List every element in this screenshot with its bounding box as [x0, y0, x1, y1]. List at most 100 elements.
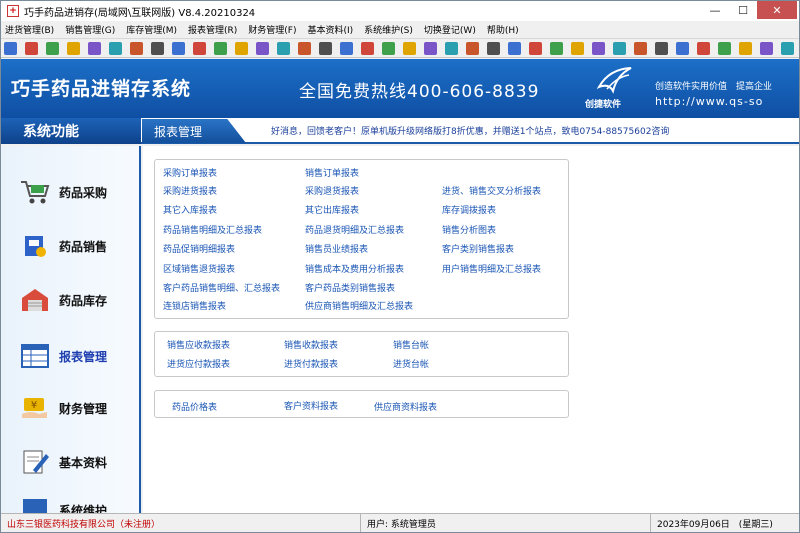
sidebar-item-sales[interactable]: 药品销售 [19, 232, 107, 260]
toolbar-icon-26[interactable] [529, 41, 542, 55]
toolbar-icon-22[interactable] [445, 41, 458, 55]
sidebar-item-system[interactable]: 系统维护 [19, 496, 107, 513]
report-link[interactable]: 客户类别销售报表 [442, 242, 514, 255]
toolbar-icon-35[interactable] [718, 41, 731, 55]
toolbar-icon-32[interactable] [655, 41, 668, 55]
content-area: 采购订单报表 销售订单报表 采购进货报表 采购退货报表 进货、销售交叉分析报表 … [143, 146, 799, 513]
sidebar-item-label: 基本资料 [59, 455, 108, 470]
report-link[interactable]: 进货、销售交叉分析报表 [442, 184, 541, 197]
toolbar-icon-15[interactable] [298, 41, 311, 55]
report-link[interactable]: 销售订单报表 [305, 166, 359, 179]
toolbar-icon-37[interactable] [760, 41, 773, 55]
sales-report-panel: 采购订单报表 销售订单报表 采购进货报表 采购退货报表 进货、销售交叉分析报表 … [154, 159, 569, 319]
report-link[interactable]: 药品销售明细及汇总报表 [163, 223, 262, 236]
toolbar-icon-9[interactable] [172, 41, 185, 55]
maximize-button[interactable]: ☐ [729, 1, 757, 19]
website-url: http://www.qs-so [655, 95, 764, 108]
report-link[interactable]: 采购订单报表 [163, 166, 217, 179]
toolbar-icon-34[interactable] [697, 41, 710, 55]
report-link[interactable]: 销售分析图表 [442, 223, 496, 236]
toolbar-icon-7[interactable] [130, 41, 143, 55]
main-window: + 巧手药品进销存(局域网\互联网版) V8.4.20210324 — ☐ ✕ … [0, 0, 800, 533]
menu-switch-login[interactable]: 切换登记(W) [424, 23, 476, 36]
report-link[interactable]: 供应商销售明细及汇总报表 [305, 299, 413, 312]
report-link[interactable]: 进货付款报表 [284, 357, 338, 370]
toolbar-icon-13[interactable] [256, 41, 269, 55]
toolbar-icon-2[interactable] [25, 41, 38, 55]
menu-sales[interactable]: 销售管理(G) [65, 23, 115, 36]
news-ticker: 好消息，回馈老客户！原单机版升级网络版打8折优惠，并赠送1个站点，致电0754-… [271, 127, 670, 137]
toolbar-icon-24[interactable] [487, 41, 500, 55]
report-link[interactable]: 药品促销明细报表 [163, 242, 235, 255]
report-link[interactable]: 销售台帐 [393, 338, 429, 351]
report-link[interactable]: 客户药品销售明细、汇总报表 [163, 281, 280, 294]
sidebar-item-reports[interactable]: 报表管理 [19, 342, 107, 370]
cart-icon [21, 181, 50, 204]
toolbar-icon-4[interactable] [67, 41, 80, 55]
report-link[interactable]: 药品退货明细及汇总报表 [305, 223, 404, 236]
report-link[interactable]: 用户销售明细及汇总报表 [442, 262, 541, 275]
report-link[interactable]: 销售员业绩报表 [305, 242, 368, 255]
sidebar-item-finance[interactable]: ¥ 财务管理 [19, 394, 107, 422]
sidebar-item-label: 系统维护 [59, 503, 108, 514]
toolbar-icon-27[interactable] [550, 41, 563, 55]
toolbar-icon-6[interactable] [109, 41, 122, 55]
report-link[interactable]: 区域销售退货报表 [163, 262, 235, 275]
report-link[interactable]: 销售收款报表 [284, 338, 338, 351]
toolbar-icon-3[interactable] [46, 41, 59, 55]
toolbar-icon-20[interactable] [403, 41, 416, 55]
minimize-button[interactable]: — [701, 1, 729, 19]
sidebar-item-basic-data[interactable]: 基本资料 [19, 448, 107, 476]
report-link[interactable]: 客户资料报表 [284, 399, 338, 412]
toolbar-icon-38[interactable] [781, 41, 794, 55]
toolbar-icon-31[interactable] [634, 41, 647, 55]
toolbar-icon-29[interactable] [592, 41, 605, 55]
report-link[interactable]: 进货应付款报表 [167, 357, 230, 370]
report-link[interactable]: 客户药品类别销售报表 [305, 281, 395, 294]
toolbar-icon-30[interactable] [613, 41, 626, 55]
monitor-icon [23, 499, 47, 513]
toolbar-icon-21[interactable] [424, 41, 437, 55]
menu-system[interactable]: 系统维护(S) [364, 23, 413, 36]
sidebar-item-purchase[interactable]: 药品采购 [19, 178, 107, 206]
toolbar-icon-33[interactable] [676, 41, 689, 55]
menu-purchase[interactable]: 进货管理(B) [5, 23, 54, 36]
report-link[interactable]: 进货台帐 [393, 357, 429, 370]
report-link[interactable]: 库存调拨报表 [442, 203, 496, 216]
menu-finance[interactable]: 财务管理(F) [248, 23, 296, 36]
toolbar-icon-17[interactable] [340, 41, 353, 55]
report-link[interactable]: 销售应收款报表 [167, 338, 230, 351]
close-button[interactable]: ✕ [757, 1, 797, 19]
toolbar-icon-28[interactable] [571, 41, 584, 55]
report-link[interactable]: 其它出库报表 [305, 203, 359, 216]
toolbar-icon-18[interactable] [361, 41, 374, 55]
menu-help[interactable]: 帮助(H) [487, 23, 519, 36]
menu-reports[interactable]: 报表管理(R) [188, 23, 237, 36]
toolbar-icon-25[interactable] [508, 41, 521, 55]
toolbar-icon-8[interactable] [151, 41, 164, 55]
report-link[interactable]: 供应商资料报表 [374, 400, 437, 413]
report-link[interactable]: 销售成本及费用分析报表 [305, 262, 404, 275]
report-link[interactable]: 采购进货报表 [163, 184, 217, 197]
toolbar-icon-14[interactable] [277, 41, 290, 55]
sidebar-item-inventory[interactable]: 药品库存 [19, 286, 107, 314]
menu-inventory[interactable]: 库存管理(M) [126, 23, 177, 36]
report-link[interactable]: 采购退货报表 [305, 184, 359, 197]
report-link[interactable]: 药品价格表 [172, 400, 217, 413]
toolbar-icon-12[interactable] [235, 41, 248, 55]
toolbar-icon-5[interactable] [88, 41, 101, 55]
section-bar: 系统功能 报表管理 好消息，回馈老客户！原单机版升级网络版打8折优惠，并赠送1个… [1, 118, 799, 144]
toolbar-icon-19[interactable] [382, 41, 395, 55]
app-icon[interactable]: + [7, 5, 19, 17]
report-link[interactable]: 其它入库报表 [163, 203, 217, 216]
toolbar-icon-11[interactable] [214, 41, 227, 55]
toolbar-icon-36[interactable] [739, 41, 752, 55]
toolbar-icon-16[interactable] [319, 41, 332, 55]
tab-reports[interactable]: 报表管理 [142, 119, 246, 143]
report-link[interactable]: 连锁店销售报表 [163, 299, 226, 312]
menu-basic-data[interactable]: 基本资料(I) [307, 23, 353, 36]
toolbar-icon-23[interactable] [466, 41, 479, 55]
toolbar-icon-1[interactable] [4, 41, 17, 55]
sidebar-item-label: 财务管理 [59, 401, 108, 416]
toolbar-icon-10[interactable] [193, 41, 206, 55]
